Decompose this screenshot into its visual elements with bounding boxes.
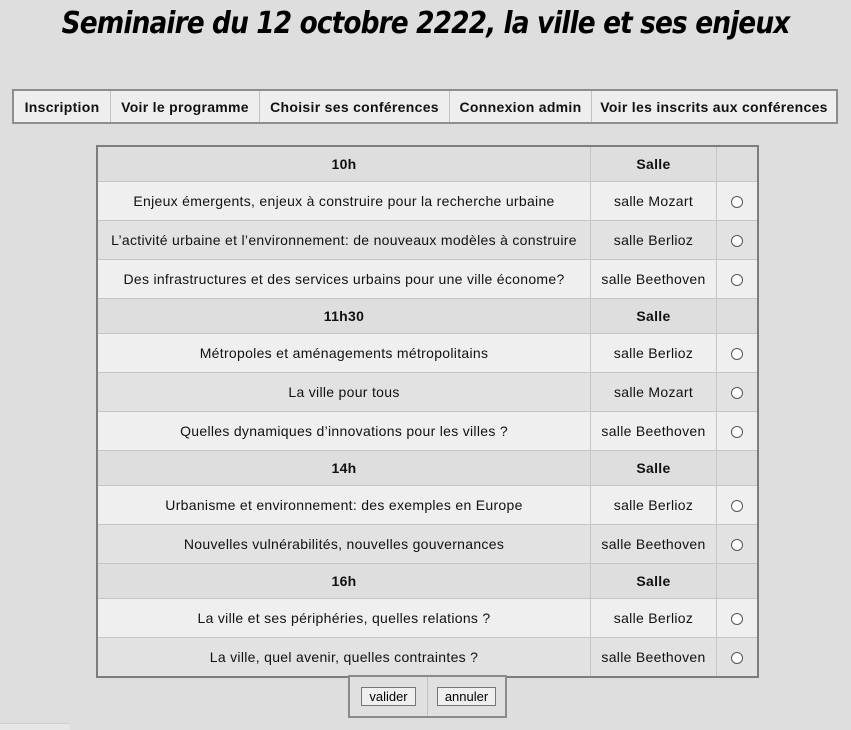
talk-room: salle Berlioz xyxy=(590,333,717,373)
empty-header-cell xyxy=(716,450,759,486)
talk-title: Métropoles et aménagements métropolitain… xyxy=(96,333,591,373)
talk-title: Quelles dynamiques d’innovations pour le… xyxy=(96,411,591,451)
session-time: 11h30 xyxy=(96,298,591,334)
radio-cell xyxy=(716,181,759,221)
radio-cell xyxy=(716,259,759,299)
session-header-row: 11h30 Salle xyxy=(96,298,759,334)
room-column-header: Salle xyxy=(590,563,717,599)
talk-radio[interactable] xyxy=(731,652,743,665)
talk-title: La ville, quel avenir, quelles contraint… xyxy=(96,637,591,678)
nav-inscription[interactable]: Inscription xyxy=(14,91,111,122)
radio-cell xyxy=(716,598,759,638)
talk-row: Métropoles et aménagements métropolitain… xyxy=(96,333,759,373)
session-time: 14h xyxy=(96,450,591,486)
session-header-row: 10h Salle xyxy=(96,145,759,182)
nav-connexion-admin[interactable]: Connexion admin xyxy=(450,91,592,122)
talk-room: salle Berlioz xyxy=(590,485,717,525)
talk-row: L’activité urbaine et l’environnement: d… xyxy=(96,220,759,260)
talk-radio[interactable] xyxy=(731,613,743,626)
empty-header-cell xyxy=(716,145,759,182)
nav-choisir-conferences[interactable]: Choisir ses conférences xyxy=(260,91,450,122)
session-header-row: 16h Salle xyxy=(96,563,759,599)
session-time: 10h xyxy=(96,145,591,182)
talk-radio[interactable] xyxy=(731,196,743,209)
form-buttons: valider annuler xyxy=(348,675,507,718)
room-column-header: Salle xyxy=(590,145,717,182)
room-column-header: Salle xyxy=(590,450,717,486)
talk-row: Quelles dynamiques d’innovations pour le… xyxy=(96,411,759,451)
talk-row: La ville, quel avenir, quelles contraint… xyxy=(96,637,759,678)
nav-voir-programme[interactable]: Voir le programme xyxy=(111,91,260,122)
nav-voir-inscrits[interactable]: Voir les inscrits aux conférences xyxy=(592,91,836,122)
talk-title: L’activité urbaine et l’environnement: d… xyxy=(96,220,591,260)
talk-row: Urbanisme et environnement: des exemples… xyxy=(96,485,759,525)
talk-radio[interactable] xyxy=(731,274,743,287)
radio-cell xyxy=(716,411,759,451)
talk-radio[interactable] xyxy=(731,387,743,400)
cancel-button[interactable]: annuler xyxy=(436,687,497,706)
talk-room: salle Berlioz xyxy=(590,598,717,638)
conference-table: 10h Salle Enjeux émergents, enjeux à const… xyxy=(96,145,759,678)
talk-room: salle Beethoven xyxy=(590,259,717,299)
talk-row: Des infrastructures et des services urba… xyxy=(96,259,759,299)
talk-radio[interactable] xyxy=(731,235,743,248)
talk-room: salle Mozart xyxy=(590,181,717,221)
radio-cell xyxy=(716,333,759,373)
talk-room: salle Mozart xyxy=(590,372,717,412)
talk-row: La ville pour tous salle Mozart xyxy=(96,372,759,412)
talk-row: Enjeux émergents, enjeux à construire po… xyxy=(96,181,759,221)
radio-cell xyxy=(716,372,759,412)
talk-row: Nouvelles vulnérabilités, nouvelles gouv… xyxy=(96,524,759,564)
main-nav: Inscription Voir le programme Choisir se… xyxy=(12,89,838,124)
talk-radio[interactable] xyxy=(731,539,743,552)
talk-title: La ville et ses périphéries, quelles rel… xyxy=(96,598,591,638)
talk-radio[interactable] xyxy=(731,500,743,513)
radio-cell xyxy=(716,485,759,525)
talk-room: salle Beethoven xyxy=(590,524,717,564)
radio-cell xyxy=(716,637,759,678)
radio-cell xyxy=(716,524,759,564)
session-header-row: 14h Salle xyxy=(96,450,759,486)
empty-header-cell xyxy=(716,563,759,599)
talk-title: Des infrastructures et des services urba… xyxy=(96,259,591,299)
talk-room: salle Beethoven xyxy=(590,411,717,451)
talk-room: salle Beethoven xyxy=(590,637,717,678)
radio-cell xyxy=(716,220,759,260)
page-title: Seminaire du 12 octobre 2222, la ville e… xyxy=(61,6,791,41)
empty-header-cell xyxy=(716,298,759,334)
talk-row: La ville et ses périphéries, quelles rel… xyxy=(96,598,759,638)
talk-title: La ville pour tous xyxy=(96,372,591,412)
talk-title: Nouvelles vulnérabilités, nouvelles gouv… xyxy=(96,524,591,564)
room-column-header: Salle xyxy=(590,298,717,334)
talk-room: salle Berlioz xyxy=(590,220,717,260)
talk-radio[interactable] xyxy=(731,348,743,361)
session-time: 16h xyxy=(96,563,591,599)
talk-radio[interactable] xyxy=(731,426,743,439)
talk-title: Urbanisme et environnement: des exemples… xyxy=(96,485,591,525)
talk-title: Enjeux émergents, enjeux à construire po… xyxy=(96,181,591,221)
submit-button[interactable]: valider xyxy=(361,687,416,706)
